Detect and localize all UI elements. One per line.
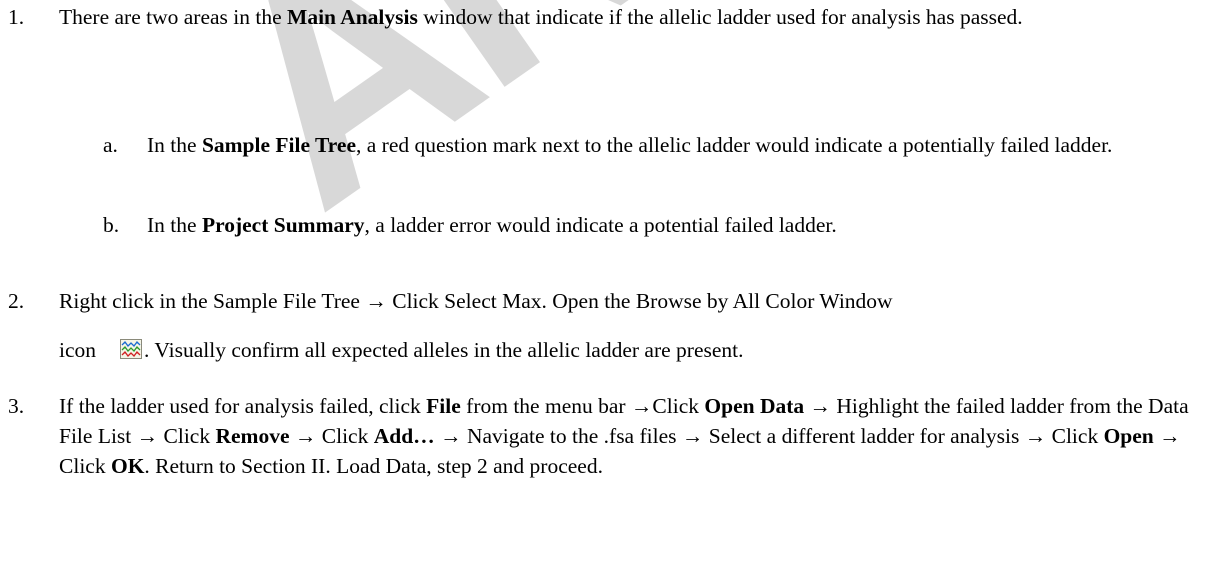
- step-1-number: 1.: [8, 5, 25, 29]
- step-3-segment: Remove: [215, 424, 290, 448]
- step-3-segment: File: [426, 394, 461, 418]
- step-2-number: 2.: [8, 289, 25, 313]
- step-3-segment: Open: [1103, 424, 1154, 448]
- step-3-segment: If the ladder used for analysis failed, …: [59, 394, 427, 418]
- step-2-line-2: icon . Visually confirm all expected all…: [59, 335, 1199, 365]
- step-1a-text: In the Sample File Tree, a red question …: [147, 130, 1187, 160]
- step-1-segment: Main Analysis: [287, 5, 418, 29]
- step-2-line-2-text: . Visually confirm all expected alleles …: [144, 338, 744, 362]
- step-1a-segment: Sample File Tree: [201, 133, 356, 157]
- step-3-number: 3.: [8, 394, 25, 418]
- step-3-segment: → Click: [289, 424, 374, 448]
- browse-all-color-window-icon: [120, 337, 143, 359]
- step-1b-text: In the Project Summary, a ladder error w…: [147, 210, 1187, 240]
- step-1-text: There are two areas in the Main Analysis…: [59, 2, 1199, 32]
- step-1a-segment: , a red question mark next to the alleli…: [356, 133, 1113, 157]
- step-1b-segment: In the: [147, 213, 202, 237]
- step-3-segment: from the menu bar →Click: [460, 394, 705, 418]
- step-3-segment: → Navigate to the .fsa files → Select a …: [434, 424, 1104, 448]
- step-3-segment: OK: [110, 454, 145, 478]
- step-1a-letter: a.: [103, 133, 118, 157]
- step-3-segment: Add…: [373, 424, 435, 448]
- step-3-text: If the ladder used for analysis failed, …: [59, 391, 1199, 481]
- step-2-text: Right click in the Sample File Tree → Cl…: [59, 286, 1199, 365]
- step-1a-segment: In the: [147, 133, 202, 157]
- step-3-segment: . Return to Section II. Load Data, step …: [144, 454, 603, 478]
- step-3-segment: Open Data: [704, 394, 805, 418]
- step-1b-segment: Project Summary: [201, 213, 365, 237]
- step-1-segment: There are two areas in the: [59, 5, 288, 29]
- step-1b-segment: , a ladder error would indicate a potent…: [364, 213, 837, 237]
- step-1b-letter: b.: [103, 213, 120, 237]
- step-1-segment: window that indicate if the allelic ladd…: [417, 5, 1023, 29]
- step-2-line-1: Right click in the Sample File Tree → Cl…: [59, 289, 893, 313]
- step-2-icon-prefix: icon: [59, 338, 97, 362]
